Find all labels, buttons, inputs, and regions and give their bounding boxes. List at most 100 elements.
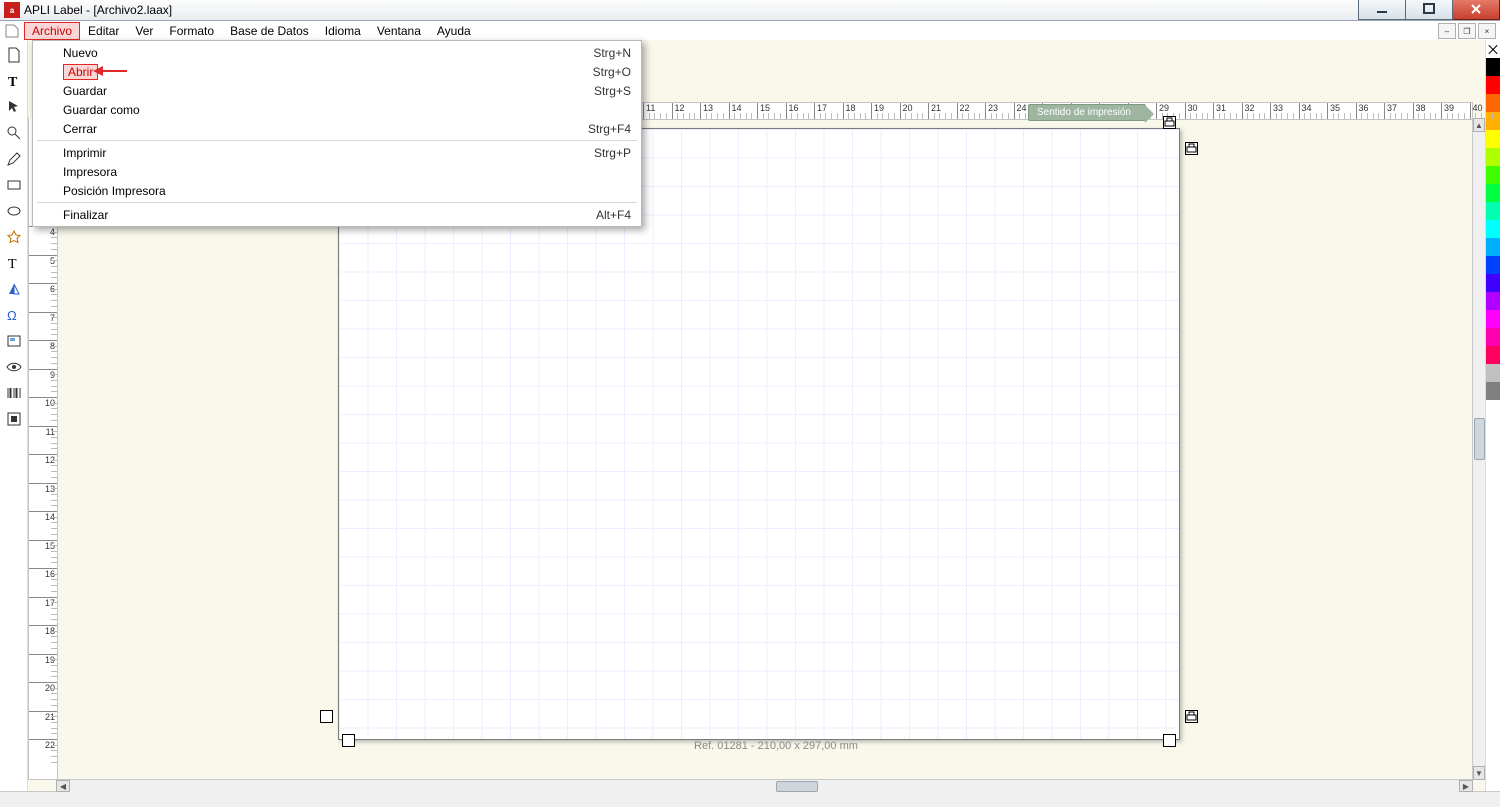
menu-item-posición-impresora[interactable]: Posición Impresora bbox=[33, 181, 641, 200]
menu-formato[interactable]: Formato bbox=[161, 22, 222, 40]
tool-new-doc[interactable] bbox=[5, 46, 23, 64]
menu-item-cerrar[interactable]: Cerrar Strg+F4 bbox=[33, 119, 641, 138]
color-swatch[interactable] bbox=[1486, 220, 1500, 238]
tool-flip[interactable] bbox=[5, 280, 23, 298]
tool-rectangle[interactable] bbox=[5, 176, 23, 194]
menu-item-label: Guardar como bbox=[63, 103, 140, 117]
mdi-restore[interactable]: ❐ bbox=[1458, 23, 1476, 39]
menu-item-label: Cerrar bbox=[63, 122, 97, 136]
handle-icon[interactable] bbox=[320, 710, 333, 723]
menu-item-impresora[interactable]: Impresora bbox=[33, 162, 641, 181]
mdi-controls: – ❐ × bbox=[1438, 23, 1496, 39]
print-direction-hint: Sentido de impresión bbox=[1028, 104, 1146, 121]
tool-pointer[interactable] bbox=[5, 98, 23, 116]
printer-handle-icon[interactable] bbox=[1185, 142, 1198, 155]
scroll-left-arrow[interactable]: ◀ bbox=[56, 780, 70, 792]
tool-barcode[interactable] bbox=[5, 384, 23, 402]
scroll-up-arrow[interactable]: ▲ bbox=[1473, 118, 1485, 132]
menu-separator bbox=[37, 140, 637, 141]
handle-icon[interactable] bbox=[342, 734, 355, 747]
window-controls bbox=[1358, 0, 1500, 20]
menu-item-label: Imprimir bbox=[63, 146, 106, 160]
menu-item-label: Nuevo bbox=[63, 46, 98, 60]
swatch-none[interactable] bbox=[1486, 40, 1500, 58]
menu-separator bbox=[37, 202, 637, 203]
color-palette bbox=[1485, 40, 1500, 792]
mdi-close[interactable]: × bbox=[1478, 23, 1496, 39]
minimize-button[interactable] bbox=[1358, 0, 1406, 20]
tool-pencil[interactable] bbox=[5, 150, 23, 168]
printer-handle-icon[interactable] bbox=[1185, 710, 1198, 723]
color-swatch[interactable] bbox=[1486, 76, 1500, 94]
scroll-right-arrow[interactable]: ▶ bbox=[1459, 780, 1473, 792]
menu-item-guardar-como[interactable]: Guardar como bbox=[33, 100, 641, 119]
color-swatch[interactable] bbox=[1486, 364, 1500, 382]
menu-item-imprimir[interactable]: Imprimir Strg+P bbox=[33, 143, 641, 162]
color-swatch[interactable] bbox=[1486, 238, 1500, 256]
scroll-down-arrow[interactable]: ▼ bbox=[1473, 766, 1485, 780]
maximize-button[interactable] bbox=[1406, 0, 1453, 20]
color-swatch[interactable] bbox=[1486, 148, 1500, 166]
color-swatch[interactable] bbox=[1486, 310, 1500, 328]
color-swatch[interactable] bbox=[1486, 184, 1500, 202]
window-title: APLI Label - [Archivo2.laax] bbox=[24, 3, 172, 17]
menu-ventana[interactable]: Ventana bbox=[369, 22, 429, 40]
menu-item-abrir[interactable]: AbrirStrg+O bbox=[33, 62, 641, 81]
tool-text[interactable]: T bbox=[5, 72, 23, 90]
tool-ellipse[interactable] bbox=[5, 202, 23, 220]
menu-item-guardar[interactable]: Guardar Strg+S bbox=[33, 81, 641, 100]
menu-archivo[interactable]: Archivo bbox=[24, 22, 80, 40]
menu-item-label: Finalizar bbox=[63, 208, 108, 222]
color-swatch[interactable] bbox=[1486, 166, 1500, 184]
color-swatch[interactable] bbox=[1486, 256, 1500, 274]
color-swatch[interactable] bbox=[1486, 202, 1500, 220]
menu-item-shortcut: Strg+P bbox=[594, 146, 631, 160]
menu-item-label: Impresora bbox=[63, 165, 117, 179]
menu-editar[interactable]: Editar bbox=[80, 22, 127, 40]
menu-ver[interactable]: Ver bbox=[127, 22, 161, 40]
color-swatch[interactable] bbox=[1486, 130, 1500, 148]
tool-text-frame[interactable]: T bbox=[5, 254, 23, 272]
tool-shape[interactable] bbox=[5, 228, 23, 246]
page-info: Ref. 01281 - 210,00 x 297,00 mm bbox=[676, 740, 876, 752]
menu-basedatos[interactable]: Base de Datos bbox=[222, 22, 317, 40]
menu-item-shortcut: Alt+F4 bbox=[596, 208, 631, 222]
statusbar bbox=[0, 791, 1500, 807]
menubar: Archivo Editar Ver Formato Base de Datos… bbox=[0, 21, 1500, 42]
hscroll-thumb[interactable] bbox=[776, 781, 818, 792]
menu-item-finalizar[interactable]: Finalizar Alt+F4 bbox=[33, 205, 641, 224]
menu-item-label: Posición Impresora bbox=[63, 184, 166, 198]
menu-item-shortcut: Strg+F4 bbox=[588, 122, 631, 136]
horizontal-scrollbar[interactable]: ◀ ▶ bbox=[56, 779, 1473, 792]
color-swatch[interactable] bbox=[1486, 94, 1500, 112]
menu-item-shortcut: Strg+S bbox=[594, 84, 631, 98]
menu-item-shortcut: Strg+O bbox=[593, 65, 631, 79]
menu-item-shortcut: Strg+N bbox=[593, 46, 631, 60]
tool-zoom[interactable] bbox=[5, 124, 23, 142]
color-swatch[interactable] bbox=[1486, 58, 1500, 76]
color-swatch[interactable] bbox=[1486, 346, 1500, 364]
menu-ayuda[interactable]: Ayuda bbox=[429, 22, 479, 40]
tool-container[interactable] bbox=[5, 332, 23, 350]
menu-item-label: Guardar bbox=[63, 84, 107, 98]
close-button[interactable] bbox=[1453, 0, 1500, 20]
vertical-scrollbar[interactable]: ▲ ▼ bbox=[1472, 118, 1485, 780]
doc-menu-icon[interactable] bbox=[4, 23, 20, 39]
printer-handle-icon[interactable] bbox=[1163, 116, 1176, 129]
color-swatch[interactable] bbox=[1486, 328, 1500, 346]
color-swatch[interactable] bbox=[1486, 274, 1500, 292]
handle-icon[interactable] bbox=[1163, 734, 1176, 747]
tool-symbol[interactable]: Ω bbox=[5, 306, 23, 324]
menu-item-nuevo[interactable]: Nuevo Strg+N bbox=[33, 43, 641, 62]
color-swatch[interactable] bbox=[1486, 292, 1500, 310]
svg-text:T: T bbox=[8, 75, 18, 89]
tool-select-region[interactable] bbox=[5, 410, 23, 428]
tool-eye[interactable] bbox=[5, 358, 23, 376]
mdi-minimize[interactable]: – bbox=[1438, 23, 1456, 39]
highlight-arrow-icon bbox=[93, 64, 127, 78]
menu-idioma[interactable]: Idioma bbox=[317, 22, 369, 40]
vscroll-thumb[interactable] bbox=[1474, 418, 1485, 460]
svg-text:Ω: Ω bbox=[7, 308, 17, 323]
svg-text:T: T bbox=[8, 257, 17, 271]
color-swatch[interactable] bbox=[1486, 382, 1500, 400]
